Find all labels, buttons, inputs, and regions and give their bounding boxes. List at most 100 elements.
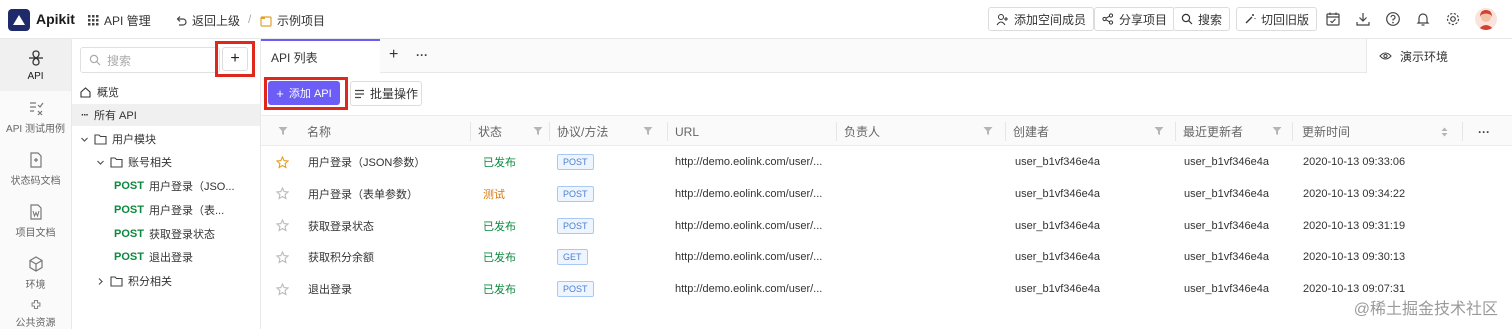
table-row[interactable]: 用户登录（表单参数） 测试 POST http://demo.eolink.com/u… (261, 178, 1512, 210)
environment-selector[interactable]: 演示环境 (1366, 39, 1512, 73)
chevron-down-icon (81, 137, 88, 142)
back-button[interactable]: 返回上级 (175, 12, 240, 29)
method-label: POST (114, 204, 144, 216)
table-row[interactable]: 获取登录状态 已发布 POST http://demo.eolink.com/user… (261, 210, 1512, 242)
search-icon (1181, 13, 1193, 25)
rail-item-api[interactable]: API (0, 39, 71, 91)
help-icon[interactable] (1385, 11, 1401, 27)
add-api-button[interactable]: + 添加 API (268, 81, 340, 105)
eye-icon (1379, 52, 1392, 60)
project-breadcrumb[interactable]: 示例项目 (260, 12, 325, 29)
rail-item-test-cases[interactable]: API 测试用例 (0, 91, 71, 143)
rail-item-status-docs[interactable]: 状态码文档 (0, 143, 71, 195)
switch-old-button[interactable]: 切回旧版 (1236, 7, 1318, 31)
folder-icon (110, 275, 123, 287)
bulk-operation-button[interactable]: 批量操作 (350, 81, 422, 106)
method-badge: POST (557, 281, 594, 298)
star-icon[interactable] (276, 241, 289, 273)
breadcrumb-separator: / (248, 12, 252, 26)
apikit-logo[interactable] (8, 9, 30, 31)
column-settings-button[interactable]: ··· (1478, 116, 1490, 147)
tab-more-button[interactable]: ··· (416, 48, 428, 62)
tree-label: 积分相关 (128, 276, 172, 288)
share-icon (1102, 13, 1114, 25)
tree-label: 用户模块 (112, 134, 156, 146)
table-row[interactable]: 获取积分余额 已发布 GET http://demo.eolink.com/user/… (261, 241, 1512, 273)
rail-item-public-resources[interactable]: 公共资源 (0, 299, 71, 329)
column-header-updater[interactable]: 最近更新者 (1183, 116, 1243, 147)
tree-endpoint[interactable]: POST 用户登录（表... (72, 199, 260, 221)
add-group-button[interactable]: + (222, 47, 248, 71)
download-icon[interactable] (1355, 11, 1371, 27)
api-name[interactable]: 获取积分余额 (308, 241, 374, 273)
method-badge-cell: POST (557, 273, 594, 305)
switch-old-label: 切回旧版 (1261, 12, 1310, 27)
add-highlight-box: + (215, 41, 255, 77)
column-header-owner[interactable]: 负责人 (844, 116, 880, 147)
column-header-url[interactable]: URL (675, 116, 699, 147)
search-label: 搜索 (1198, 12, 1223, 27)
table-row[interactable]: 退出登录 已发布 POST http://demo.eolink.com/user/.… (261, 273, 1512, 305)
rail-item-project-docs[interactable]: 项目文档 (0, 195, 71, 247)
search-button[interactable]: 搜索 (1173, 7, 1231, 31)
filter-icon[interactable] (1154, 126, 1164, 136)
updater: user_b1vf346e4a (1184, 156, 1270, 168)
updated-time: 2020-10-13 09:31:19 (1303, 219, 1406, 232)
method-badge: GET (557, 249, 588, 266)
folder-icon (94, 133, 107, 145)
public-resource-icon (31, 300, 40, 309)
tree-endpoint[interactable]: POST 用户登录（JSO... (72, 175, 260, 197)
api-tree-panel: 搜索 + 概览 ··· 所有 API 用户模块 账号相关 POST 用户登录（J… (72, 39, 261, 329)
calendar-check-icon[interactable] (1325, 11, 1341, 27)
filter-icon[interactable] (983, 126, 993, 136)
status-doc-icon (29, 151, 42, 168)
tab-api-list[interactable]: API 列表 (261, 39, 380, 73)
star-icon[interactable] (276, 273, 289, 305)
sort-icon[interactable] (1441, 127, 1448, 137)
updater: user_b1vf346e4a (1184, 219, 1270, 232)
tree-search-input[interactable]: 搜索 (80, 47, 220, 73)
search-placeholder: 搜索 (107, 53, 132, 68)
rail-label: 项目文档 (15, 227, 56, 239)
column-header-status[interactable]: 状态 (478, 116, 502, 147)
star-icon[interactable] (276, 146, 289, 178)
add-api-label: 添加 API (288, 88, 332, 100)
rail-item-environment[interactable]: 环境 (0, 247, 71, 299)
tree-item-all-api[interactable]: ··· 所有 API (72, 104, 260, 126)
tree-group-user-module[interactable]: 用户模块 (72, 128, 260, 150)
method-badge: POST (557, 185, 594, 202)
filter-icon[interactable] (1272, 126, 1282, 136)
folder-icon (260, 15, 272, 27)
tree-group-account[interactable]: 账号相关 (72, 151, 260, 173)
filter-icon[interactable] (278, 126, 288, 136)
add-member-button[interactable]: 添加空间成员 (988, 7, 1095, 31)
new-tab-button[interactable]: + (389, 46, 398, 64)
api-name[interactable]: 获取登录状态 (308, 210, 374, 242)
table-row[interactable]: 用户登录（JSON参数） 已发布 POST http://demo.eolink.co… (261, 146, 1512, 178)
star-icon[interactable] (276, 178, 289, 210)
column-header-name[interactable]: 名称 (307, 116, 331, 147)
creator: user_b1vf346e4a (1015, 156, 1101, 168)
settings-gear-icon[interactable] (1445, 11, 1461, 27)
star-icon[interactable] (276, 210, 289, 242)
api-manage-menu[interactable]: API 管理 (88, 12, 151, 29)
column-header-creator[interactable]: 创建者 (1013, 116, 1049, 147)
user-avatar[interactable] (1475, 8, 1497, 30)
api-name[interactable]: 退出登录 (308, 273, 352, 305)
api-name[interactable]: 用户登录（表单参数） (308, 178, 418, 210)
creator: user_b1vf346e4a (1015, 219, 1101, 232)
tree-endpoint[interactable]: POST 退出登录 (72, 246, 260, 268)
filter-icon[interactable] (643, 126, 653, 136)
bell-icon[interactable] (1415, 11, 1431, 27)
share-project-button[interactable]: 分享项目 (1094, 7, 1176, 31)
tree-endpoint[interactable]: POST 获取登录状态 (72, 223, 260, 245)
tree-item-overview[interactable]: 概览 (72, 81, 260, 103)
filter-icon[interactable] (533, 126, 543, 136)
column-header-updated-time[interactable]: 更新时间 (1302, 116, 1350, 147)
api-name[interactable]: 用户登录（JSON参数） (308, 146, 425, 178)
rail-label: API (27, 70, 44, 82)
column-header-method[interactable]: 协议/方法 (557, 116, 608, 147)
tree-group-points[interactable]: 积分相关 (72, 270, 260, 292)
tab-bar: API 列表 + ··· 演示环境 (261, 39, 1512, 73)
back-label: 返回上级 (192, 14, 241, 28)
